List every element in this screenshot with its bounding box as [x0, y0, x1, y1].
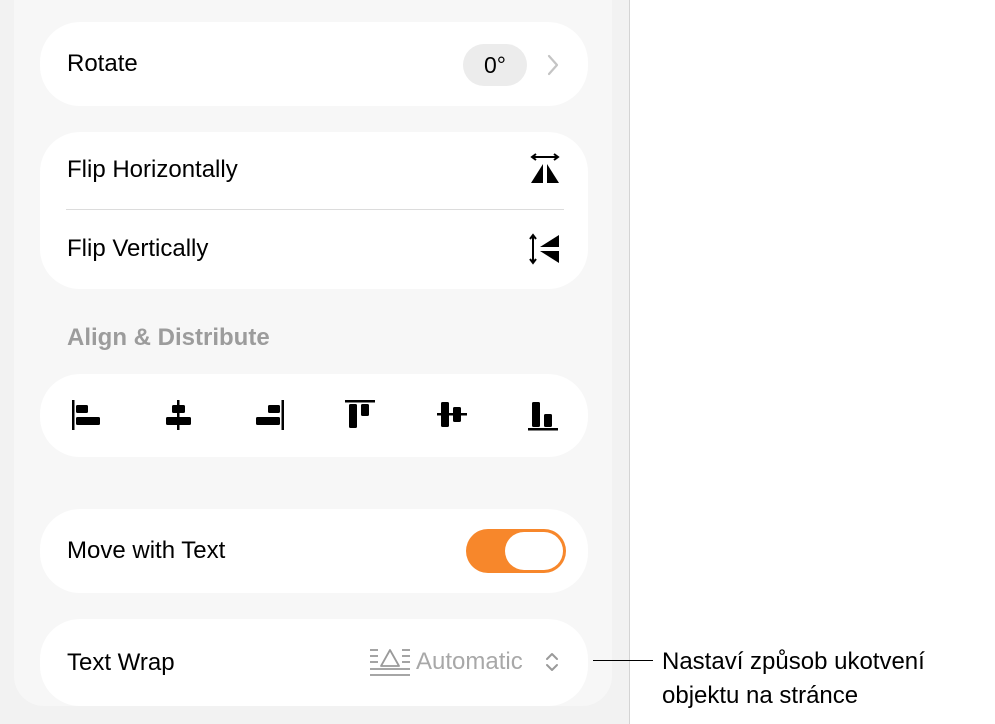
move-with-text-row: Move with Text	[40, 509, 588, 593]
move-with-text-label: Move with Text	[67, 537, 226, 564]
flip-vertical-icon[interactable]	[528, 232, 562, 266]
rotate-row[interactable]: Rotate 0°	[40, 22, 588, 106]
align-center-icon[interactable]	[162, 398, 194, 432]
flip-card: Flip Horizontally Flip Vertically	[40, 132, 588, 289]
rotate-value[interactable]: 0°	[463, 44, 527, 86]
align-right-icon[interactable]	[254, 398, 286, 432]
text-wrap-icon	[370, 649, 410, 676]
align-left-icon[interactable]	[70, 398, 102, 432]
text-wrap-label: Text Wrap	[67, 649, 175, 676]
align-bottom-icon[interactable]	[527, 398, 559, 432]
flip-vertically-label[interactable]: Flip Vertically	[67, 235, 208, 263]
align-top-icon[interactable]	[344, 398, 376, 432]
rotate-label: Rotate	[67, 50, 138, 77]
flip-horizontally-label[interactable]: Flip Horizontally	[67, 156, 238, 184]
flip-horizontal-icon[interactable]	[528, 152, 562, 186]
text-wrap-value[interactable]: Automatic	[416, 648, 523, 676]
align-card	[40, 374, 588, 457]
chevron-up-down-icon[interactable]	[545, 651, 559, 673]
align-distribute-header: Align & Distribute	[67, 324, 270, 351]
toggle-knob	[505, 532, 563, 570]
callout-text-line2: objektu na stránce	[662, 682, 859, 709]
chevron-right-icon[interactable]	[546, 53, 560, 77]
move-with-text-toggle[interactable]	[466, 529, 566, 573]
callout-text-line1: Nastaví způsob ukotvení	[662, 648, 925, 675]
align-middle-icon[interactable]	[436, 398, 468, 432]
callout-line	[593, 660, 653, 661]
divider	[66, 209, 564, 210]
